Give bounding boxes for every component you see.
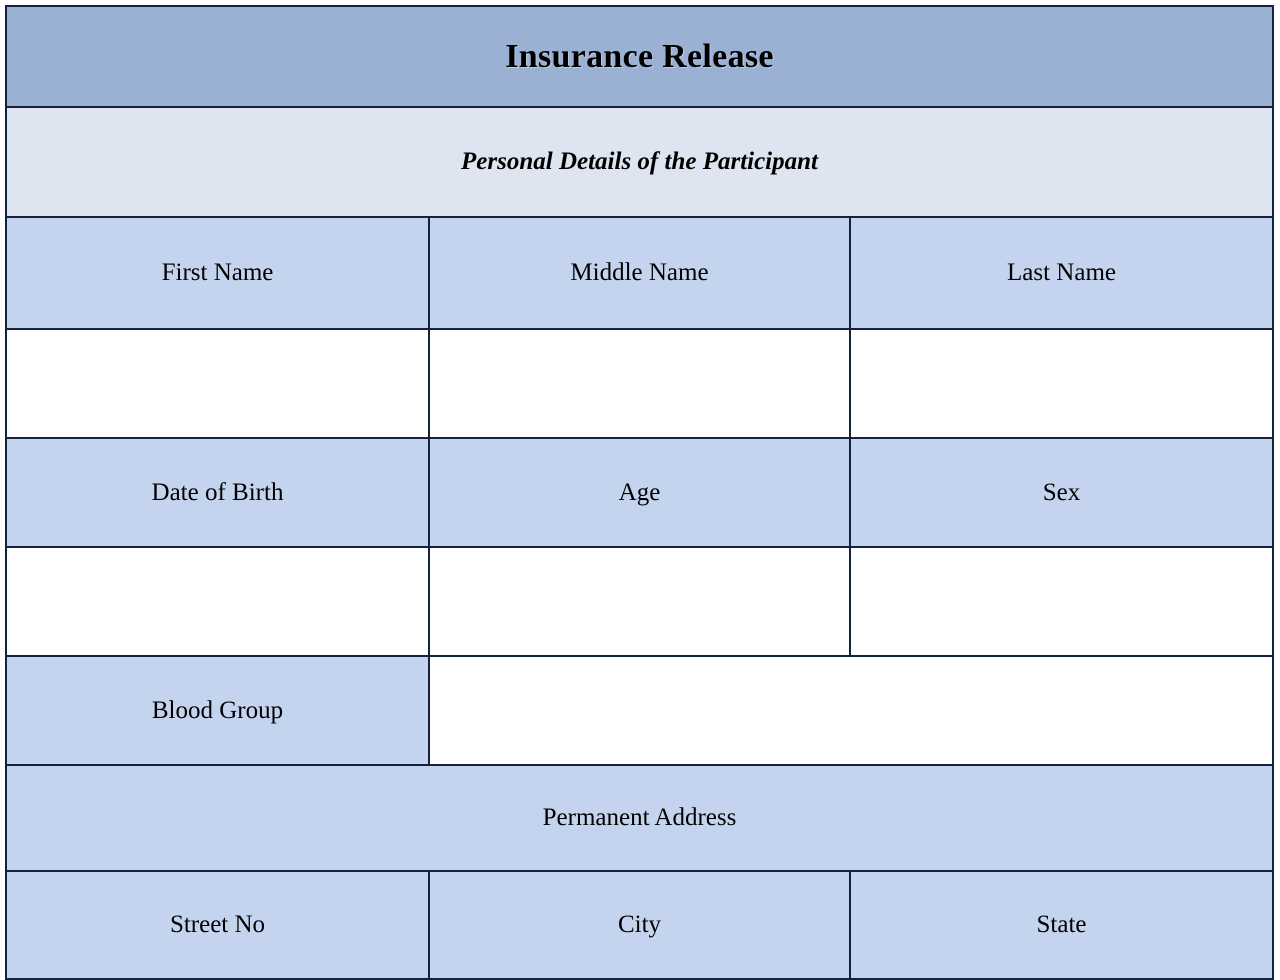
input-blood-group[interactable]: [427, 655, 1275, 766]
section-heading-row: Personal Details of the Participant: [4, 106, 1275, 218]
blood-group-row: Blood Group: [5, 655, 1275, 766]
input-age[interactable]: [428, 546, 851, 657]
insurance-release-form: Insurance Release Personal Details of th…: [4, 5, 1275, 980]
label-sex: Sex: [848, 437, 1275, 548]
input-date-of-birth[interactable]: [5, 546, 430, 657]
form-table: Insurance Release Personal Details of th…: [4, 5, 1275, 980]
permanent-address-heading-row: Permanent Address: [4, 764, 1275, 872]
label-first-name: First Name: [5, 216, 430, 330]
input-middle-name[interactable]: [428, 328, 851, 439]
input-first-name[interactable]: [5, 328, 430, 439]
label-street-no: Street No: [5, 870, 430, 980]
label-state: State: [848, 870, 1275, 980]
input-last-name[interactable]: [848, 328, 1275, 439]
input-sex[interactable]: [848, 546, 1275, 657]
form-title: Insurance Release: [4, 5, 1275, 108]
demographic-input-row: [5, 546, 1275, 657]
address-label-row: Street No City State: [5, 870, 1275, 980]
label-city: City: [428, 870, 851, 980]
demographic-label-row: Date of Birth Age Sex: [5, 437, 1275, 548]
label-blood-group: Blood Group: [5, 655, 430, 766]
section-heading-personal-details: Personal Details of the Participant: [4, 106, 1275, 218]
label-middle-name: Middle Name: [428, 216, 851, 330]
label-date-of-birth: Date of Birth: [5, 437, 430, 548]
name-label-row: First Name Middle Name Last Name: [5, 216, 1275, 330]
label-permanent-address: Permanent Address: [4, 764, 1275, 872]
label-age: Age: [428, 437, 851, 548]
label-last-name: Last Name: [848, 216, 1275, 330]
name-input-row: [5, 328, 1275, 439]
title-row: Insurance Release: [4, 5, 1275, 108]
